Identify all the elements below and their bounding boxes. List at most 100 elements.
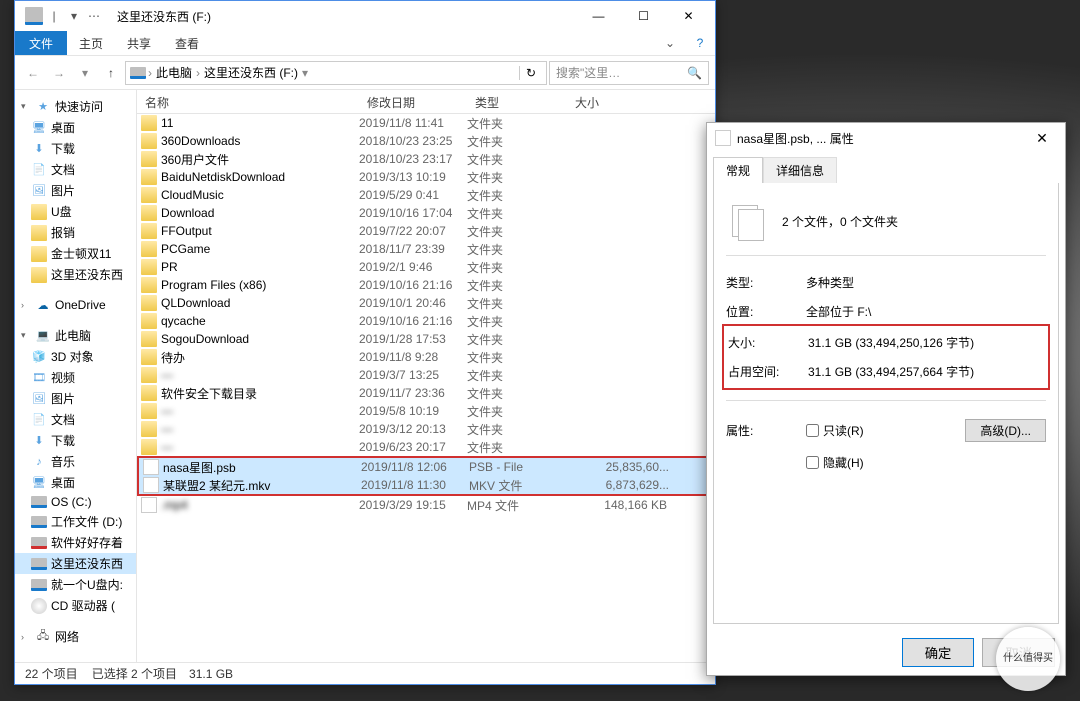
table-row[interactable]: —2019/3/7 13:25文件夹 — [137, 366, 715, 384]
tree-item[interactable]: ♪音乐 — [15, 451, 136, 472]
close-button[interactable]: ✕ — [666, 1, 711, 31]
watermark: 什么值得买 — [996, 627, 1060, 691]
table-row[interactable]: 软件安全下载目录2019/11/7 23:36文件夹 — [137, 384, 715, 402]
table-row[interactable]: PCGame2018/11/7 23:39文件夹 — [137, 240, 715, 258]
tree-item[interactable]: 🎞视频 — [15, 367, 136, 388]
col-size[interactable]: 大小 — [567, 90, 675, 113]
expand-ribbon-icon[interactable]: ⌄ — [655, 31, 685, 55]
table-row[interactable]: —2019/6/23 20:17文件夹 — [137, 438, 715, 456]
breadcrumb[interactable]: 这里还没东西 (F:) — [202, 64, 300, 81]
search-placeholder: 搜索"这里… — [556, 64, 620, 81]
hidden-checkbox[interactable]: 隐藏(H) — [806, 454, 864, 471]
tree-item[interactable]: 📄文档 — [15, 409, 136, 430]
explorer-window: | ▾ ⋯ 这里还没东西 (F:) — ☐ ✕ 文件 主页 共享 查看 ⌄ ? … — [14, 0, 716, 685]
value-size: 31.1 GB (33,494,250,126 字节) — [808, 334, 1044, 351]
file-icon — [715, 130, 731, 146]
tree-item[interactable]: 🖥桌面 — [15, 472, 136, 493]
search-icon[interactable]: 🔍 — [687, 66, 702, 80]
table-row[interactable]: 112019/11/8 11:41文件夹 — [137, 114, 715, 132]
maximize-button[interactable]: ☐ — [621, 1, 666, 31]
tree-item[interactable]: ⬇下载 — [15, 430, 136, 451]
table-row[interactable]: Download2019/10/16 17:04文件夹 — [137, 204, 715, 222]
breadcrumb[interactable]: 此电脑 — [154, 64, 194, 81]
tab-details[interactable]: 详细信息 — [763, 157, 837, 183]
search-input[interactable]: 搜索"这里… 🔍 — [549, 61, 709, 85]
tree-item[interactable]: 金士顿双11 — [15, 243, 136, 264]
status-selection: 已选择 2 个项目 31.1 GB — [92, 665, 233, 682]
tree-onedrive[interactable]: ›☁OneDrive — [15, 295, 136, 315]
title-bar: | ▾ ⋯ 这里还没东西 (F:) — ☐ ✕ — [15, 1, 715, 31]
tree-network[interactable]: ›🖧网络 — [15, 626, 136, 647]
advanced-button[interactable]: 高级(D)... — [965, 419, 1046, 442]
tree-item[interactable]: 这里还没东西 — [15, 264, 136, 285]
readonly-checkbox[interactable]: 只读(R) — [806, 422, 864, 439]
up-button[interactable]: ↑ — [99, 61, 123, 85]
tree-item[interactable]: U盘 — [15, 201, 136, 222]
label-size: 大小: — [728, 334, 808, 351]
tree-thispc[interactable]: ▾💻此电脑 — [15, 325, 136, 346]
qat-dropdown-icon[interactable]: ▾ — [65, 7, 83, 25]
tree-item[interactable]: 🧊3D 对象 — [15, 346, 136, 367]
tree-item[interactable]: ⬇下载 — [15, 138, 136, 159]
multi-file-icon — [730, 203, 766, 239]
tree-item[interactable]: 软件好好存着 — [15, 532, 136, 553]
value-location: 全部位于 F:\ — [806, 303, 1046, 320]
chevron-right-icon[interactable]: › — [146, 66, 154, 80]
table-row[interactable]: nasa星图.psb2019/11/8 12:06PSB - File25,83… — [139, 458, 713, 476]
table-row[interactable]: .mp42019/3/29 19:15MP4 文件148,166 KB — [137, 496, 715, 514]
tab-general[interactable]: 常规 — [713, 157, 763, 183]
chevron-right-icon[interactable]: › — [194, 66, 202, 80]
props-summary: 2 个文件，0 个文件夹 — [782, 213, 898, 230]
tree-item[interactable]: 🖼图片 — [15, 180, 136, 201]
file-tab[interactable]: 文件 — [15, 31, 67, 55]
tree-item-current[interactable]: 这里还没东西 — [15, 553, 136, 574]
props-title: nasa星图.psb, ... 属性 — [737, 130, 1027, 147]
tree-item[interactable]: 📄文档 — [15, 159, 136, 180]
tree-item[interactable]: 就一个U盘内: — [15, 574, 136, 595]
table-row[interactable]: —2019/5/8 10:19文件夹 — [137, 402, 715, 420]
status-bar: 22 个项目 已选择 2 个项目 31.1 GB — [15, 662, 715, 684]
refresh-button[interactable]: ↻ — [519, 66, 542, 80]
qat-overflow-icon[interactable]: ⋯ — [85, 7, 103, 25]
address-bar[interactable]: › 此电脑 › 这里还没东西 (F:) ▾ ↻ — [125, 61, 547, 85]
col-name[interactable]: 名称 — [137, 90, 359, 113]
history-dropdown[interactable]: ▾ — [73, 61, 97, 85]
col-date[interactable]: 修改日期 — [359, 90, 467, 113]
tree-item[interactable]: OS (C:) — [15, 493, 136, 511]
back-button[interactable]: ← — [21, 61, 45, 85]
table-row[interactable]: qycache2019/10/16 21:16文件夹 — [137, 312, 715, 330]
tree-item[interactable]: CD 驱动器 ( — [15, 595, 136, 616]
ok-button[interactable]: 确定 — [902, 638, 975, 667]
chevron-down-icon[interactable]: ▾ — [300, 66, 310, 80]
table-row[interactable]: QLDownload2019/10/1 20:46文件夹 — [137, 294, 715, 312]
table-row[interactable]: FFOutput2019/7/22 20:07文件夹 — [137, 222, 715, 240]
forward-button[interactable]: → — [47, 61, 71, 85]
label-attributes: 属性: — [726, 422, 806, 439]
drive-icon — [25, 7, 43, 25]
table-row[interactable]: —2019/3/12 20:13文件夹 — [137, 420, 715, 438]
value-type: 多种类型 — [806, 274, 1046, 291]
help-icon[interactable]: ? — [685, 31, 715, 55]
table-row[interactable]: 某联盟2 某纪元.mkv2019/11/8 11:30MKV 文件6,873,6… — [139, 476, 713, 494]
table-row[interactable]: BaiduNetdiskDownload2019/3/13 10:19文件夹 — [137, 168, 715, 186]
table-row[interactable]: 360用户文件2018/10/23 23:17文件夹 — [137, 150, 715, 168]
table-row[interactable]: 360Downloads2018/10/23 23:25文件夹 — [137, 132, 715, 150]
tree-item[interactable]: 🖥桌面 — [15, 117, 136, 138]
table-row[interactable]: PR2019/2/1 9:46文件夹 — [137, 258, 715, 276]
close-button[interactable]: ✕ — [1027, 130, 1057, 147]
share-tab[interactable]: 共享 — [115, 31, 163, 55]
table-row[interactable]: SogouDownload2019/1/28 17:53文件夹 — [137, 330, 715, 348]
table-row[interactable]: CloudMusic2019/5/29 0:41文件夹 — [137, 186, 715, 204]
tree-item[interactable]: 🖼图片 — [15, 388, 136, 409]
table-row[interactable]: 待办2019/11/8 9:28文件夹 — [137, 348, 715, 366]
col-type[interactable]: 类型 — [467, 90, 567, 113]
label-location: 位置: — [726, 303, 806, 320]
tree-item[interactable]: 工作文件 (D:) — [15, 511, 136, 532]
tree-item[interactable]: 报销 — [15, 222, 136, 243]
home-tab[interactable]: 主页 — [67, 31, 115, 55]
view-tab[interactable]: 查看 — [163, 31, 211, 55]
tree-quick-access[interactable]: ▾★快速访问 — [15, 96, 136, 117]
minimize-button[interactable]: — — [576, 1, 621, 31]
table-row[interactable]: Program Files (x86)2019/10/16 21:16文件夹 — [137, 276, 715, 294]
nav-tree: ▾★快速访问 🖥桌面 ⬇下载 📄文档 🖼图片 U盘 报销 金士顿双11 这里还没… — [15, 90, 137, 662]
